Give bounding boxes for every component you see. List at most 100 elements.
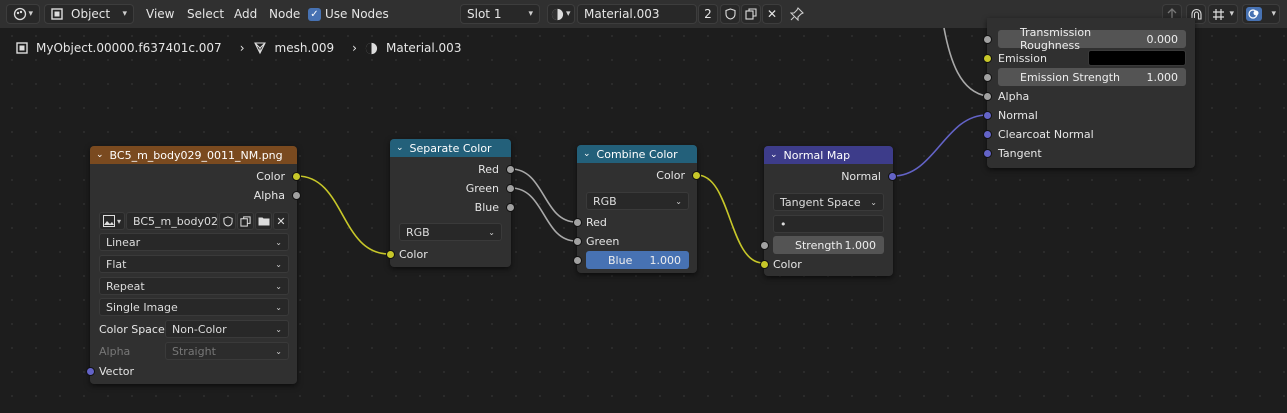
uv-map-field[interactable]: • <box>773 215 884 233</box>
color-space-value: Non-Color <box>172 322 227 336</box>
socket-in-color[interactable] <box>760 260 769 269</box>
chevron-down-icon: ⌄ <box>275 302 282 312</box>
source-dropdown[interactable]: Single Image ⌄ <box>99 298 289 316</box>
socket-in-strength[interactable] <box>760 241 769 250</box>
color-space-dropdown[interactable]: Non-Color ⌄ <box>165 320 289 338</box>
normal-map-node[interactable]: ⌄ Normal Map Normal Tangent Space ⌄ • St… <box>760 146 897 276</box>
image-browse-button[interactable]: ▾ <box>99 212 125 230</box>
extension-dropdown[interactable]: Repeat ⌄ <box>99 277 289 295</box>
strength-label: Strength <box>795 238 843 252</box>
image-texture-node[interactable]: ⌄ BC5_m_body029_0011_NM.png Color Alpha … <box>86 146 301 384</box>
alpha-mode-value: Straight <box>172 344 216 358</box>
chevron-down-icon: ⌄ <box>488 227 495 237</box>
socket-normal[interactable] <box>983 111 992 120</box>
normal-map-header[interactable]: ⌄ Normal Map <box>764 146 893 164</box>
out-red-row: Red <box>478 160 499 178</box>
chevron-down-icon: ⌄ <box>275 324 282 334</box>
normal-row: Normal <box>998 106 1038 124</box>
image-name: BC5_m_body02... <box>133 214 229 228</box>
uv-map-value: • <box>780 217 787 231</box>
out-color-row: Color <box>656 166 685 184</box>
separate-mode-value: RGB <box>406 225 430 239</box>
socket-out-green[interactable] <box>506 184 515 193</box>
emission-row: Emission <box>998 49 1047 67</box>
emission-strength-label: Emission Strength <box>1020 70 1121 84</box>
socket-in-color[interactable] <box>386 250 395 259</box>
close-icon: ✕ <box>276 214 286 228</box>
image-unlink-button[interactable]: ✕ <box>273 212 289 230</box>
image-name-field[interactable]: BC5_m_body02... <box>126 212 228 230</box>
socket-out-blue[interactable] <box>506 203 515 212</box>
collapse-chevron-icon[interactable]: ⌄ <box>96 150 104 160</box>
in-color-label: Color <box>773 257 802 271</box>
blue-value: 1.000 <box>649 253 682 267</box>
interpolation-value: Linear <box>106 235 141 249</box>
socket-in-green[interactable] <box>573 237 582 246</box>
combine-node-title: Combine Color <box>596 147 678 161</box>
separate-mode-dropdown[interactable]: RGB ⌄ <box>399 223 502 241</box>
combine-color-node[interactable]: ⌄ Combine Color Color RGB ⌄ Red Green Bl… <box>573 145 701 273</box>
separate-node-header[interactable]: ⌄ Separate Color <box>390 139 511 157</box>
combine-node-header[interactable]: ⌄ Combine Color <box>577 145 697 163</box>
out-blue-row: Blue <box>475 198 499 216</box>
in-color-row: Color <box>773 255 802 273</box>
socket-out-color[interactable] <box>292 172 301 181</box>
shield-icon <box>222 215 233 227</box>
blue-value-field[interactable]: Blue 1.000 <box>586 251 689 269</box>
principled-bsdf-node[interactable]: Transmission Roughness 0.000 Emission Em… <box>983 18 1195 168</box>
duplicate-icon <box>240 215 251 227</box>
out-red-label: Red <box>478 162 499 176</box>
blue-label: Blue <box>608 253 633 267</box>
strength-value: 1.000 <box>844 238 877 252</box>
separate-color-node[interactable]: ⌄ Separate Color Red Green Blue RGB ⌄ Co… <box>386 139 515 267</box>
collapse-chevron-icon[interactable]: ⌄ <box>396 143 404 153</box>
emission-label: Emission <box>998 51 1047 65</box>
socket-in-blue[interactable] <box>573 256 582 265</box>
socket-tangent[interactable] <box>983 149 992 158</box>
out-green-row: Green <box>466 179 499 197</box>
image-node-header[interactable]: ⌄ BC5_m_body029_0011_NM.png <box>90 146 297 164</box>
out-normal-label: Normal <box>841 169 881 183</box>
chevron-down-icon: ⌄ <box>275 346 282 356</box>
extension-value: Repeat <box>106 279 145 293</box>
space-dropdown[interactable]: Tangent Space ⌄ <box>773 193 884 211</box>
image-fake-user-button[interactable] <box>219 212 236 230</box>
socket-clearcoat-normal[interactable] <box>983 130 992 139</box>
out-color-label: Color <box>256 169 285 183</box>
alpha-mode-dropdown: Straight ⌄ <box>165 342 289 360</box>
out-alpha-row: Alpha <box>254 186 285 204</box>
tangent-row: Tangent <box>998 144 1042 162</box>
combine-mode-dropdown[interactable]: RGB ⌄ <box>586 192 689 210</box>
emission-strength-field[interactable]: Emission Strength 1.000 <box>998 68 1186 86</box>
interpolation-dropdown[interactable]: Linear ⌄ <box>99 233 289 251</box>
socket-out-alpha[interactable] <box>292 191 301 200</box>
socket-out-red[interactable] <box>506 165 515 174</box>
chevron-down-icon: ⌄ <box>275 237 282 247</box>
emission-color-swatch[interactable] <box>1088 50 1186 66</box>
in-color-label: Color <box>399 247 428 261</box>
out-blue-label: Blue <box>474 200 499 214</box>
image-duplicate-button[interactable] <box>237 212 254 230</box>
socket-in-red[interactable] <box>573 218 582 227</box>
socket-emission[interactable] <box>983 54 992 63</box>
strength-field[interactable]: Strength 1.000 <box>773 236 884 254</box>
socket-alpha[interactable] <box>983 92 992 101</box>
projection-dropdown[interactable]: Flat ⌄ <box>99 255 289 273</box>
in-green-row: Green <box>586 232 619 250</box>
socket-in-vector[interactable] <box>86 367 95 376</box>
image-open-button[interactable] <box>255 212 272 230</box>
clearcoat-normal-row: Clearcoat Normal <box>998 125 1094 143</box>
socket-transmission-roughness[interactable] <box>983 35 992 44</box>
color-space-row: Color Space <box>99 320 165 338</box>
socket-emission-strength[interactable] <box>983 73 992 82</box>
socket-out-color[interactable] <box>692 171 701 180</box>
alpha-mode-row: Alpha <box>99 342 130 360</box>
transmission-roughness-field[interactable]: Transmission Roughness 0.000 <box>998 26 1186 52</box>
socket-out-normal[interactable] <box>888 172 897 181</box>
projection-value: Flat <box>106 257 127 271</box>
collapse-chevron-icon[interactable]: ⌄ <box>770 150 778 160</box>
chevron-down-icon: ⌄ <box>675 196 682 206</box>
collapse-chevron-icon[interactable]: ⌄ <box>583 149 591 159</box>
combine-mode-value: RGB <box>593 194 617 208</box>
chevron-down-icon: ⌄ <box>870 197 877 207</box>
